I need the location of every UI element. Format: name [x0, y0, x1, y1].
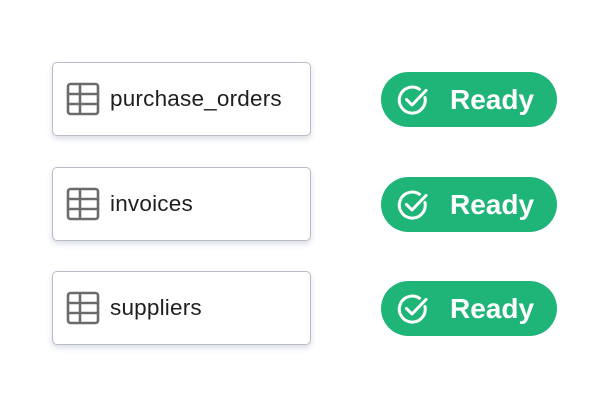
status-badge: Ready — [381, 72, 557, 127]
table-grid-icon — [66, 82, 100, 116]
table-name: purchase_orders — [110, 86, 282, 111]
table-card[interactable]: invoices — [52, 167, 311, 241]
status-label: Ready — [450, 292, 535, 324]
table-row-suppliers: suppliers Ready — [0, 269, 600, 349]
table-row-purchase-orders: purchase_orders Ready — [0, 60, 600, 140]
table-card[interactable]: purchase_orders — [52, 62, 311, 136]
check-circle-icon — [397, 294, 428, 324]
status-label: Ready — [450, 188, 535, 220]
table-row-invoices: invoices Ready — [0, 165, 600, 245]
status-label: Ready — [450, 83, 535, 115]
table-name: invoices — [110, 191, 193, 216]
table-card[interactable]: suppliers — [52, 271, 311, 345]
status-badge: Ready — [381, 281, 557, 336]
table-name: suppliers — [110, 295, 202, 320]
table-grid-icon — [66, 291, 100, 325]
table-grid-icon — [66, 187, 100, 221]
check-circle-icon — [397, 190, 428, 220]
status-badge: Ready — [381, 177, 557, 232]
check-circle-icon — [397, 85, 428, 115]
